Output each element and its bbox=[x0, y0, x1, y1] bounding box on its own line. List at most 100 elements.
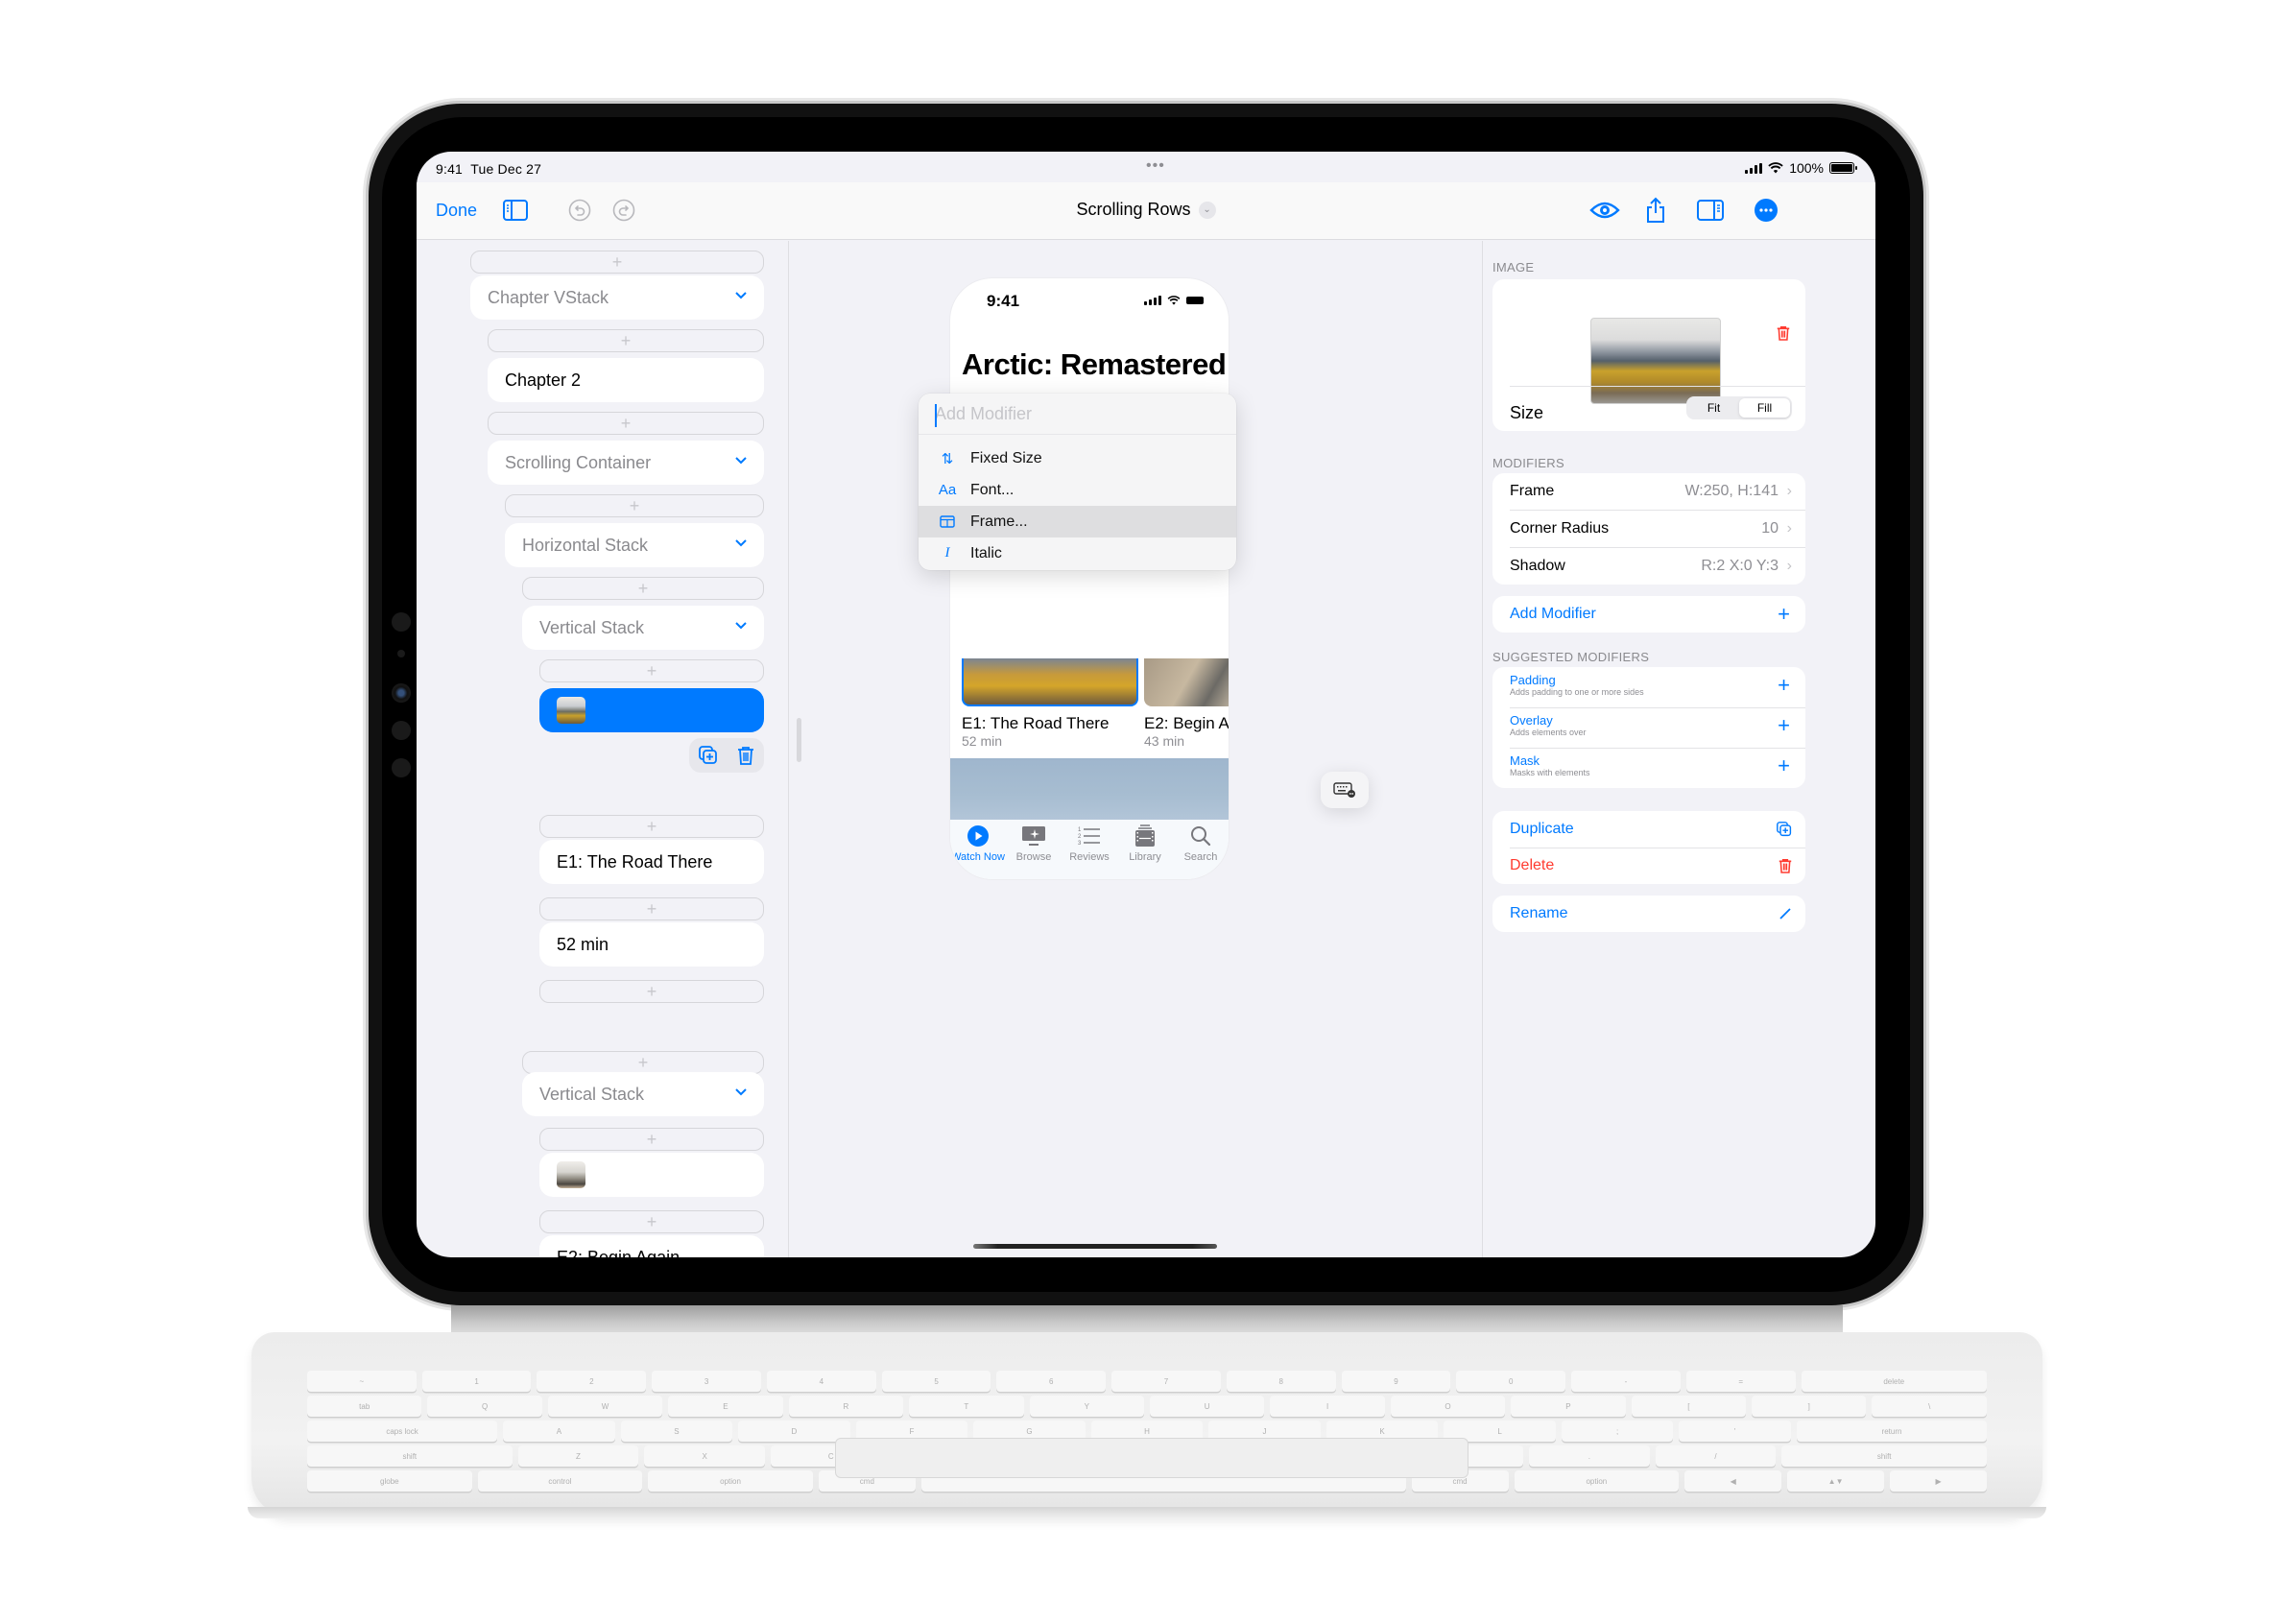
keyboard-key[interactable]: O bbox=[1390, 1396, 1506, 1417]
multitasking-dots-icon[interactable]: ••• bbox=[1146, 157, 1165, 175]
tab-browse[interactable]: Browse bbox=[1006, 820, 1062, 879]
keyboard-key[interactable]: return bbox=[1796, 1421, 1988, 1442]
keyboard-key[interactable]: \ bbox=[1872, 1396, 1987, 1417]
insert-element-button[interactable]: + bbox=[539, 659, 764, 682]
delete-button[interactable] bbox=[735, 745, 756, 766]
keyboard-key[interactable]: X bbox=[644, 1445, 765, 1467]
keyboard-key[interactable]: U bbox=[1149, 1396, 1265, 1417]
tree-item-e1-title[interactable]: E1: The Road There bbox=[539, 840, 764, 884]
keyboard-key[interactable]: shift bbox=[1781, 1445, 1987, 1467]
insert-element-button[interactable]: + bbox=[488, 329, 764, 352]
insert-element-button[interactable]: + bbox=[539, 897, 764, 920]
keyboard-key[interactable]: globe bbox=[307, 1470, 472, 1492]
van-image[interactable] bbox=[1144, 658, 1229, 706]
modifier-row-corner-radius[interactable]: Corner Radius 10 › bbox=[1492, 510, 1805, 547]
insert-element-button[interactable]: + bbox=[488, 412, 764, 435]
keyboard-key[interactable]: tab bbox=[307, 1396, 422, 1417]
keyboard-key[interactable]: 0 bbox=[1456, 1371, 1566, 1392]
tab-search[interactable]: Search bbox=[1173, 820, 1229, 879]
keyboard-key[interactable]: ] bbox=[1752, 1396, 1867, 1417]
home-indicator[interactable] bbox=[973, 1244, 1217, 1249]
modifier-row-frame[interactable]: Frame W:250, H:141 › bbox=[1492, 473, 1805, 510]
chevron-down-icon[interactable] bbox=[733, 287, 749, 302]
insert-element-button[interactable]: + bbox=[539, 1128, 764, 1151]
tree-item-scrolling-container[interactable]: Scrolling Container bbox=[488, 441, 764, 485]
keyboard-key[interactable]: 4 bbox=[766, 1371, 876, 1392]
tree-item-e1-duration[interactable]: 52 min bbox=[539, 922, 764, 967]
insert-element-button[interactable]: + bbox=[505, 494, 764, 517]
modifier-option-fixed-size[interactable]: ⇅ Fixed Size bbox=[919, 442, 1236, 474]
keyboard-key[interactable]: ▶ bbox=[1890, 1470, 1988, 1492]
keyboard-key[interactable]: I bbox=[1270, 1396, 1385, 1417]
tree-item-horizontal-stack[interactable]: Horizontal Stack bbox=[505, 523, 764, 567]
keyboard-key[interactable]: P bbox=[1511, 1396, 1626, 1417]
keyboard-key[interactable]: 5 bbox=[881, 1371, 991, 1392]
keyboard-key[interactable]: [ bbox=[1631, 1396, 1747, 1417]
chevron-down-icon[interactable] bbox=[733, 452, 749, 467]
tree-item-vertical-stack[interactable]: Vertical Stack bbox=[522, 606, 764, 650]
insert-element-button[interactable]: + bbox=[470, 251, 764, 274]
tab-watch-now[interactable]: Watch Now bbox=[950, 820, 1006, 879]
keyboard-key[interactable]: W bbox=[547, 1396, 663, 1417]
keyboard-key[interactable]: 3 bbox=[652, 1371, 761, 1392]
tree-item-vertical-stack-2[interactable]: Vertical Stack bbox=[522, 1072, 764, 1116]
keyboard-key[interactable]: . bbox=[1529, 1445, 1650, 1467]
keyboard-key[interactable]: ▲▼ bbox=[1787, 1470, 1885, 1492]
keyboard-key[interactable]: ' bbox=[1679, 1421, 1791, 1442]
delete-image-button[interactable] bbox=[1777, 325, 1790, 346]
keyboard-key[interactable]: delete bbox=[1801, 1371, 1987, 1392]
keyboard-key[interactable]: caps lock bbox=[307, 1421, 498, 1442]
tree-item-e2-title[interactable]: E2: Begin Again bbox=[539, 1235, 764, 1257]
chevron-down-icon[interactable] bbox=[733, 617, 749, 633]
suggested-mask[interactable]: Mask Masks with elements + bbox=[1492, 748, 1805, 788]
keyboard-key[interactable]: Y bbox=[1029, 1396, 1144, 1417]
keyboard-key[interactable]: S bbox=[620, 1421, 733, 1442]
keyboard-key[interactable]: 6 bbox=[996, 1371, 1107, 1392]
insert-element-button[interactable]: + bbox=[539, 815, 764, 838]
share-button[interactable] bbox=[1645, 194, 1666, 227]
keyboard-key[interactable]: ◀ bbox=[1684, 1470, 1782, 1492]
keyboard-key[interactable]: 2 bbox=[537, 1371, 647, 1392]
tree-item-image-selected[interactable] bbox=[539, 688, 764, 732]
image-preview[interactable] bbox=[1590, 318, 1721, 404]
keyboard-key[interactable]: Q bbox=[427, 1396, 542, 1417]
keyboard-key[interactable]: T bbox=[909, 1396, 1024, 1417]
duplicate-button[interactable] bbox=[698, 745, 719, 766]
rename-button[interactable]: Rename bbox=[1492, 896, 1805, 932]
tab-library[interactable]: Library bbox=[1117, 820, 1173, 879]
keyboard-key[interactable]: option bbox=[1514, 1470, 1680, 1492]
modifier-row-shadow[interactable]: Shadow R:2 X:0 Y:3 › bbox=[1492, 547, 1805, 585]
suggested-overlay[interactable]: Overlay Adds elements over + bbox=[1492, 707, 1805, 748]
keyboard-key[interactable]: 1 bbox=[421, 1371, 532, 1392]
keyboard-key[interactable]: 7 bbox=[1111, 1371, 1221, 1392]
keyboard-key[interactable]: - bbox=[1571, 1371, 1681, 1392]
keyboard-key[interactable]: 8 bbox=[1226, 1371, 1336, 1392]
keyboard-key[interactable]: Z bbox=[517, 1445, 639, 1467]
keyboard-key[interactable]: ; bbox=[1561, 1421, 1674, 1442]
keyboard-key[interactable]: A bbox=[503, 1421, 615, 1442]
more-button[interactable] bbox=[1755, 194, 1778, 227]
modifier-option-frame[interactable]: Frame... bbox=[919, 506, 1236, 537]
chevron-down-icon[interactable] bbox=[733, 535, 749, 550]
modifier-search-field[interactable] bbox=[919, 394, 1236, 435]
tree-item-image[interactable] bbox=[539, 1153, 764, 1197]
keyboard-key[interactable]: option bbox=[648, 1470, 813, 1492]
size-option-fill[interactable]: Fill bbox=[1739, 398, 1790, 418]
modifier-search-input[interactable] bbox=[935, 403, 1236, 424]
keyboard-key[interactable]: E bbox=[668, 1396, 783, 1417]
duplicate-button[interactable]: Duplicate bbox=[1492, 811, 1805, 848]
left-panel-scrollbar[interactable] bbox=[797, 718, 801, 762]
tree-item-chapter-2[interactable]: Chapter 2 bbox=[488, 358, 764, 402]
keyboard-key[interactable]: shift bbox=[307, 1445, 513, 1467]
keyboard-key[interactable]: = bbox=[1685, 1371, 1796, 1392]
keyboard-key[interactable]: 9 bbox=[1341, 1371, 1451, 1392]
trackpad[interactable] bbox=[835, 1438, 1468, 1478]
chevron-down-icon[interactable] bbox=[733, 1084, 749, 1099]
modifier-option-italic[interactable]: I Italic bbox=[919, 537, 1236, 569]
size-option-fit[interactable]: Fit bbox=[1688, 398, 1739, 418]
insert-element-button[interactable]: + bbox=[539, 1210, 764, 1233]
keyboard-key[interactable]: ~ bbox=[307, 1371, 417, 1392]
keyboard-key[interactable]: D bbox=[738, 1421, 850, 1442]
insert-element-button[interactable]: + bbox=[539, 980, 764, 1003]
preview-button[interactable] bbox=[1589, 194, 1620, 227]
